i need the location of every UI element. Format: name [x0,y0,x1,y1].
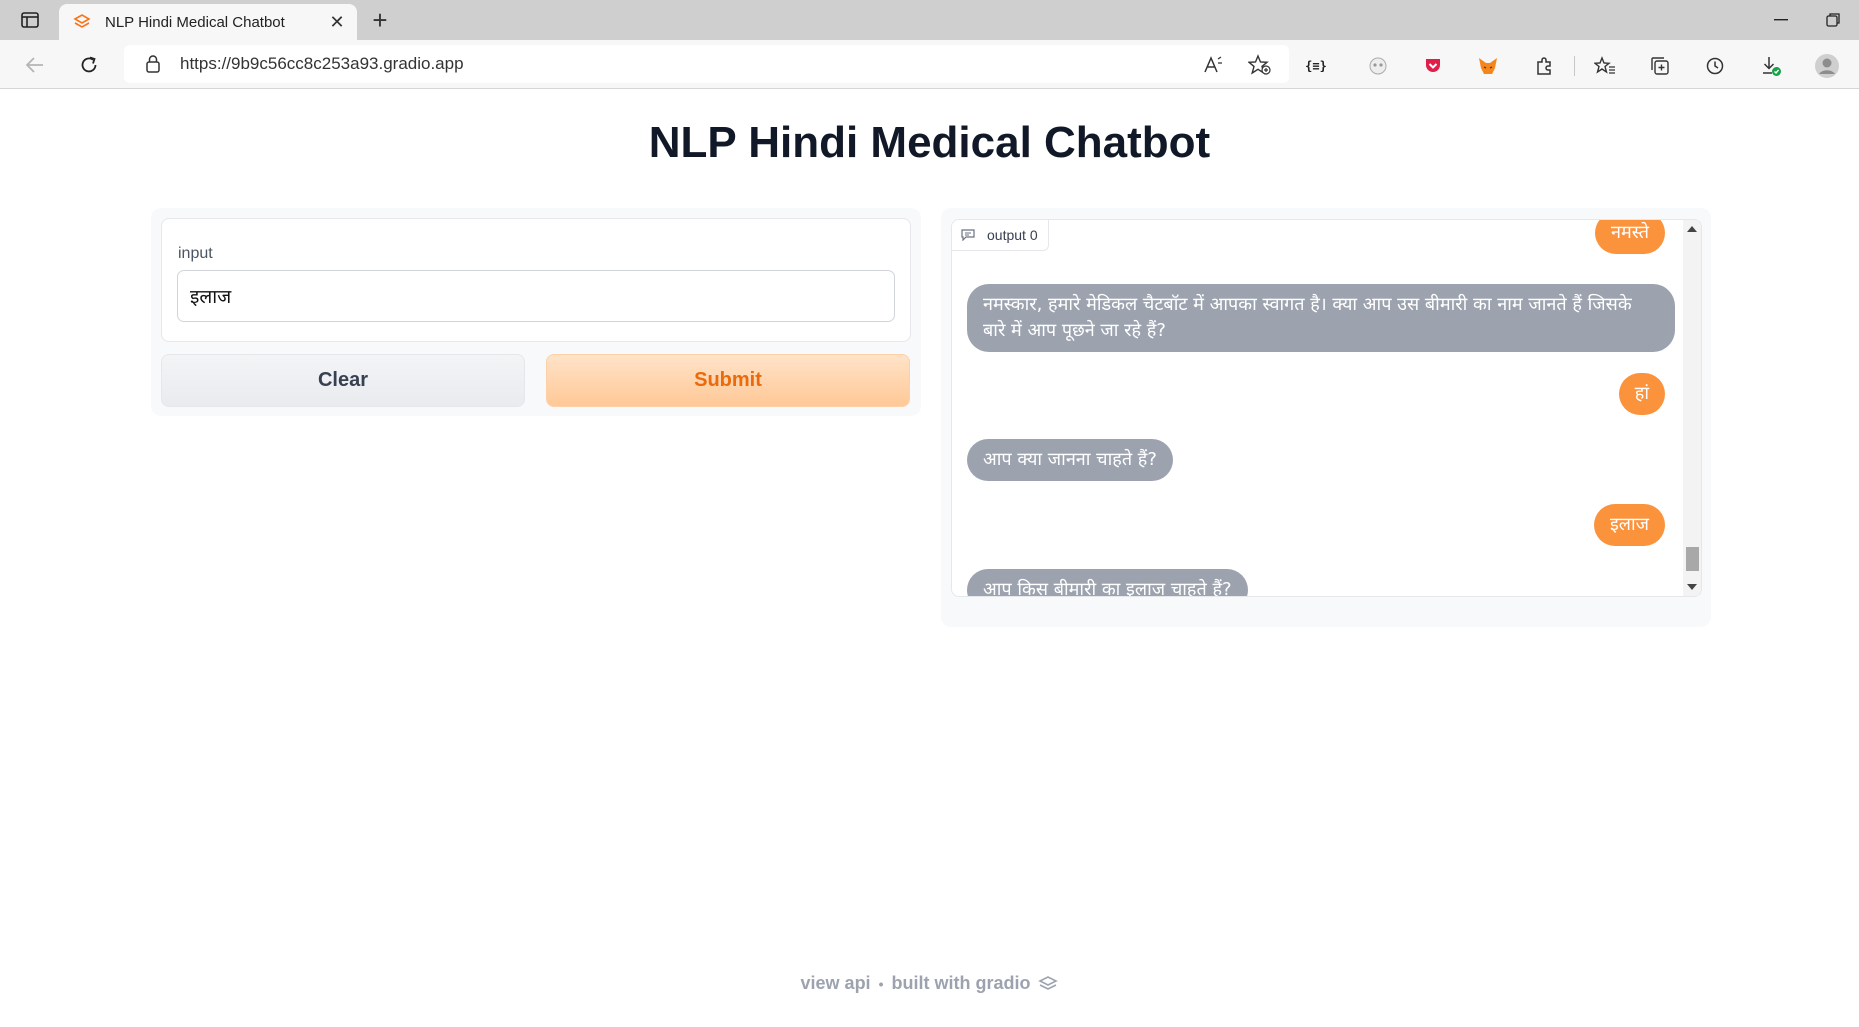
footer-separator: • [878,975,884,992]
input-textbox[interactable]: इलाज [177,270,895,322]
profile-avatar-icon[interactable] [1814,53,1840,79]
input-block: input इलाज [161,218,911,342]
chatbot-output[interactable]: output 0 नमस्ते नमस्कार, हमारे मेडिकल चै… [951,219,1702,597]
sidebar-toggle-icon[interactable] [14,8,46,32]
add-favorite-icon[interactable] [1248,53,1272,77]
back-arrow-icon[interactable] [20,50,50,80]
json-extension-icon[interactable]: {≡} [1303,53,1329,79]
submit-button[interactable]: Submit [546,354,910,407]
browser-tab-bar: NLP Hindi Medical Chatbot ✕ + [0,0,1859,40]
view-api-link[interactable]: view api [801,973,871,994]
gradio-logo-icon [1038,975,1059,993]
page-title: NLP Hindi Medical Chatbot [648,118,1211,167]
window-restore-icon[interactable] [1818,6,1848,34]
output-panel: output 0 नमस्ते नमस्कार, हमारे मेडिकल चै… [941,208,1711,627]
read-aloud-icon[interactable] [1202,53,1226,77]
scroll-down-arrow-icon[interactable] [1687,584,1697,590]
chat-scrollbar[interactable] [1683,220,1701,596]
history-icon[interactable] [1702,53,1728,79]
gradio-favicon-icon [73,13,91,31]
input-panel: input इलाज Clear Submit [151,208,921,416]
tab-close-icon[interactable]: ✕ [327,12,347,32]
clear-button[interactable]: Clear [161,354,525,407]
chat-message-user: हां [1618,373,1665,415]
chat-message-user: इलाज [1593,504,1665,546]
scroll-up-arrow-icon[interactable] [1687,226,1697,232]
panda-extension-icon[interactable] [1365,53,1391,79]
collections-icon[interactable] [1647,53,1673,79]
tab-title: NLP Hindi Medical Chatbot [105,13,285,31]
scrollbar-thumb[interactable] [1686,547,1699,571]
input-label: input [178,245,213,262]
lock-icon[interactable] [146,55,160,73]
favorites-icon[interactable] [1592,53,1618,79]
chat-message-bot: आप किस बीमारी का इलाज चाहते हैं? [967,569,1248,596]
footer: view api • built with gradio [0,973,1859,994]
chatbot-label: output 0 [952,220,1049,251]
downloads-icon[interactable] [1758,53,1784,79]
window-minimize-icon[interactable] [1766,6,1796,34]
chat-bubble-icon [961,229,975,241]
new-tab-icon[interactable]: + [366,5,394,35]
url-text[interactable]: https://9b9c56cc8c253a93.gradio.app [180,54,464,74]
browser-nav-bar: https://9b9c56cc8c253a93.gradio.app {≡} [0,40,1859,89]
extensions-puzzle-icon[interactable] [1531,53,1557,79]
chat-message-bot: नमस्कार, हमारे मेडिकल चैटबॉट में आपका स्… [967,284,1675,352]
refresh-icon[interactable] [74,50,104,80]
chatbot-label-text: output 0 [987,227,1038,243]
chat-message-bot: आप क्या जानना चाहते हैं? [967,439,1173,481]
address-bar[interactable]: https://9b9c56cc8c253a93.gradio.app [124,45,1289,83]
metamask-fox-icon[interactable] [1475,53,1501,79]
built-with-gradio-link[interactable]: built with gradio [891,973,1030,994]
chat-message-user: नमस्ते [1594,220,1665,254]
browser-tab-active[interactable]: NLP Hindi Medical Chatbot ✕ [59,4,357,40]
pocket-extension-icon[interactable] [1420,53,1446,79]
toolbar-separator [1574,56,1575,76]
